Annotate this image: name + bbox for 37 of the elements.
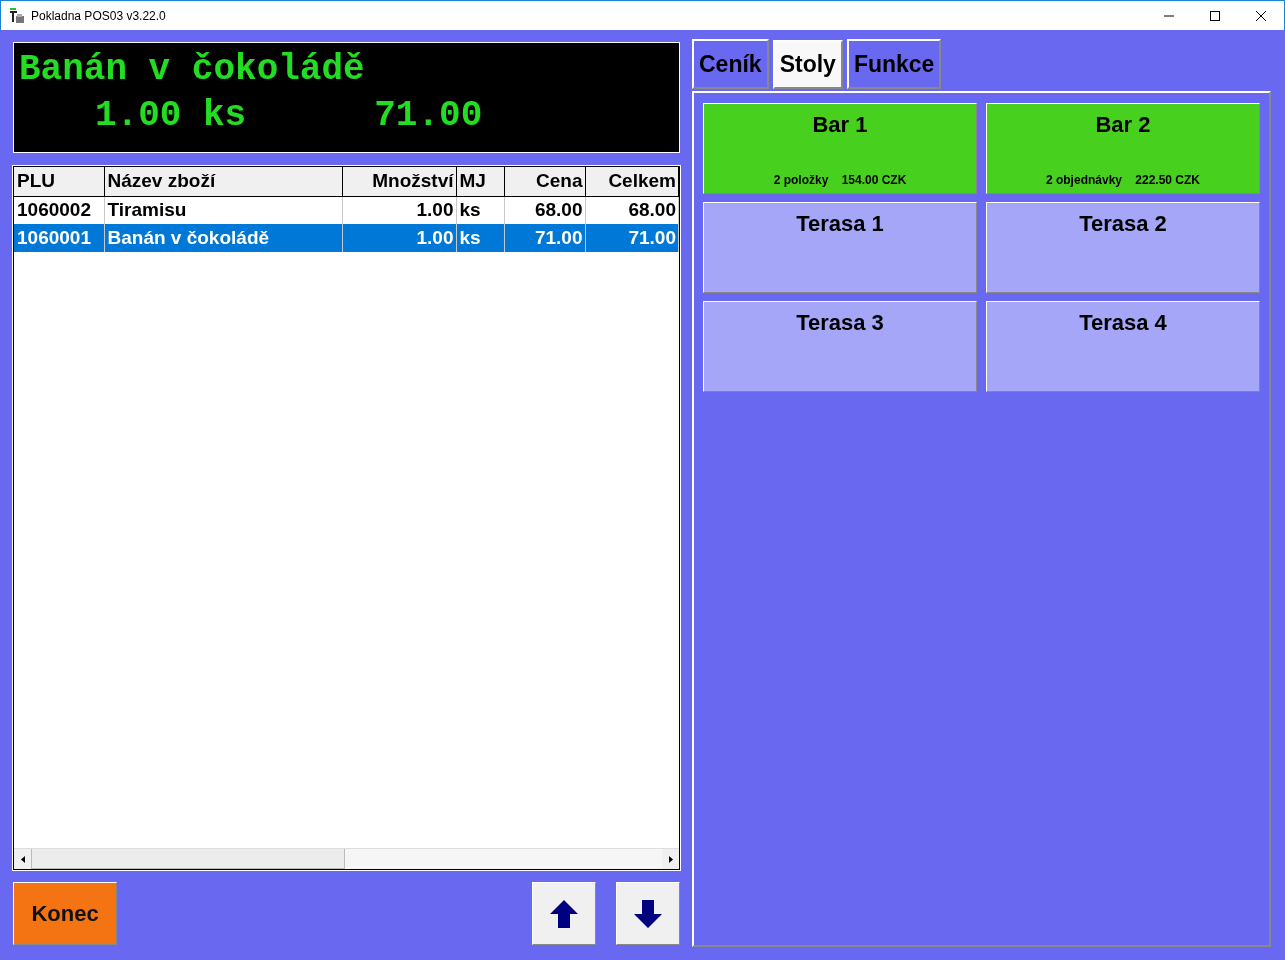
- table-button[interactable]: Terasa 1: [703, 202, 977, 293]
- table-button[interactable]: Bar 1 2 položky 154.00 CZK: [703, 103, 977, 194]
- horizontal-scrollbar[interactable]: [14, 848, 679, 869]
- table-button[interactable]: Terasa 4: [986, 301, 1260, 392]
- up-arrow-icon: [549, 898, 579, 929]
- table-cell: 1.00: [342, 224, 456, 252]
- table-cell: 1060001: [14, 224, 104, 252]
- column-header[interactable]: Cena: [504, 167, 585, 196]
- scroll-up-button[interactable]: [532, 882, 596, 945]
- table-cell: 71.00: [585, 224, 679, 252]
- column-header[interactable]: Množství: [342, 167, 456, 196]
- tab[interactable]: Ceník: [692, 39, 769, 89]
- column-header[interactable]: Celkem: [585, 167, 679, 196]
- table-cell: ks: [456, 224, 504, 252]
- table-summary: 2 položky 154.00 CZK: [773, 173, 907, 187]
- scroll-right-icon[interactable]: [662, 849, 679, 869]
- tab[interactable]: Stoly: [772, 40, 843, 89]
- tab[interactable]: Funkce: [846, 39, 942, 89]
- column-header[interactable]: MJ: [456, 167, 504, 196]
- table-cell: 71.00: [504, 224, 585, 252]
- quantity-display: 1.00 ks: [95, 94, 247, 138]
- column-header[interactable]: PLU: [14, 167, 104, 196]
- exit-button[interactable]: Konec: [13, 882, 117, 945]
- column-header[interactable]: Název zboží: [104, 167, 342, 196]
- table-button[interactable]: Terasa 2: [986, 202, 1260, 293]
- table-summary: 2 objednávky 222.50 CZK: [1045, 173, 1201, 187]
- item-name-display: Banán v čokoládě: [19, 49, 365, 90]
- scrollbar-thumb[interactable]: [31, 849, 345, 869]
- down-arrow-icon: [633, 898, 663, 929]
- scroll-down-button[interactable]: [616, 882, 680, 945]
- amount-display: 71.00: [374, 94, 483, 138]
- table-button[interactable]: Terasa 3: [703, 301, 977, 392]
- scroll-left-icon[interactable]: [14, 849, 31, 869]
- table-cell: Banán v čokoládě: [104, 224, 342, 252]
- table-button[interactable]: Bar 2 2 objednávky 222.50 CZK: [986, 103, 1260, 194]
- window-title: Pokladna POS03 v3.22.0: [31, 8, 166, 23]
- app-icon: [9, 7, 25, 24]
